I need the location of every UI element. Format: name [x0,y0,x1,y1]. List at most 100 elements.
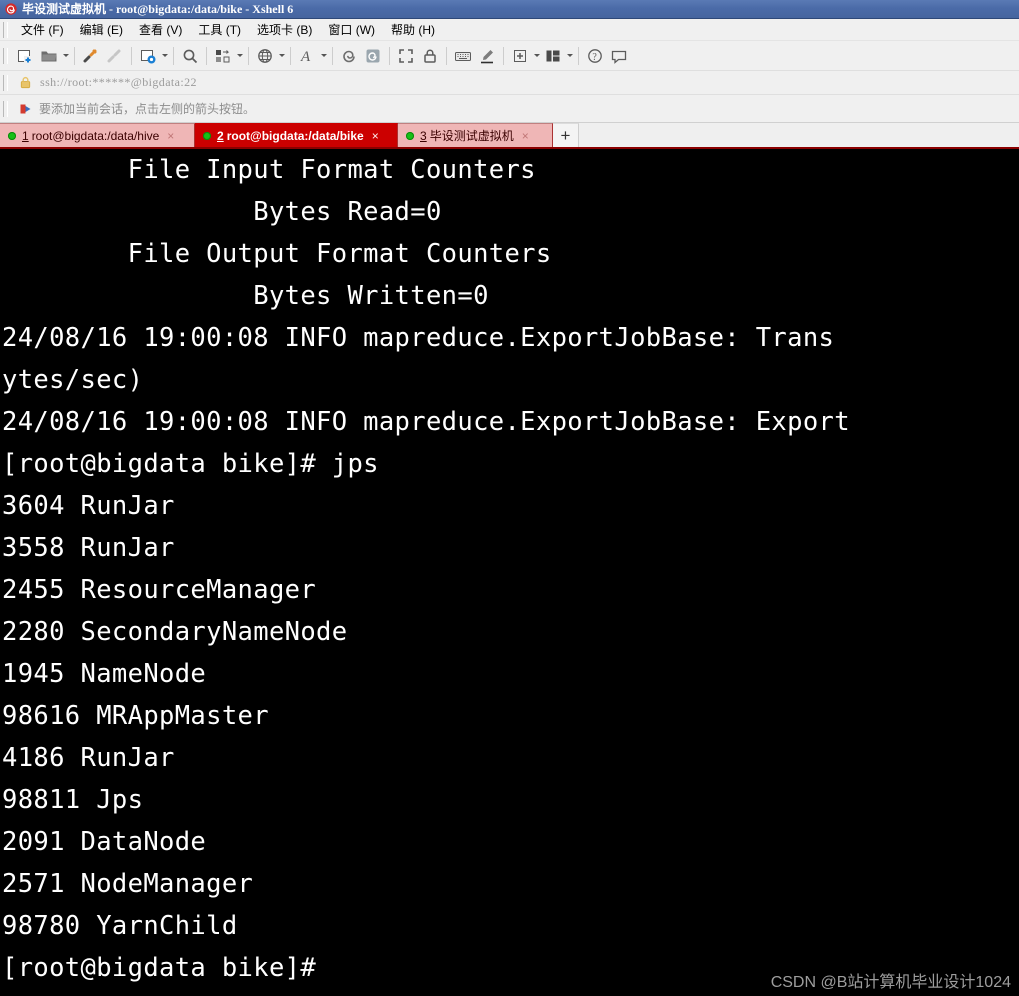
highlight-icon[interactable] [475,44,499,68]
menu-view[interactable]: 查看 (V) [131,20,190,40]
menu-grip[interactable] [3,21,8,38]
font-icon[interactable]: A [295,44,319,68]
menu-tools[interactable]: 工具 (T) [190,20,249,40]
open-folder-caret-icon[interactable] [61,44,70,68]
terminal-line: [root@bigdata bike]# jps [2,449,379,479]
terminal-line: 4186 RunJar [2,743,175,773]
toolbar-separator [446,46,447,65]
address-input[interactable]: ssh://root:******@bigdata:22 [13,72,1019,93]
terminal-line: 24/08/16 19:00:08 INFO mapreduce.ExportJ… [2,407,850,437]
new-session-icon[interactable] [13,44,37,68]
toolbar-separator [131,46,132,65]
address-value: ssh://root:******@bigdata:22 [40,75,197,89]
window-title: 毕设测试虚拟机 - root@bigdata:/data/bike - Xshe… [22,2,294,16]
file-transfer-caret-icon[interactable] [235,44,244,68]
tab-number: 2 [217,128,224,143]
toolbar: A ? [0,41,1019,71]
layout-icon[interactable] [541,44,565,68]
lock-icon[interactable] [418,44,442,68]
address-grip[interactable] [3,74,8,91]
xshell-window: 毕设测试虚拟机 - root@bigdata:/data/bike - Xshe… [0,0,1019,996]
terminal-line: 98616 MRAppMaster [2,701,269,731]
xshell-spiral-icon [5,3,17,15]
terminal-output: File Input Format Counters Bytes Read=0 … [0,149,850,989]
svg-text:?: ? [592,52,597,63]
toolbar-separator [74,46,75,65]
terminal-line: Bytes Written=0 [2,281,489,311]
menu-edit[interactable]: 编辑 (E) [72,20,131,40]
terminal-line: 98811 Jps [2,785,144,815]
terminal-line: 3604 RunJar [2,491,175,521]
notification-text: 要添加当前会话，点击左侧的箭头按钮。 [39,102,256,116]
xshell-icon[interactable] [337,44,361,68]
menu-help[interactable]: 帮助 (H) [383,20,443,40]
address-bar: ssh://root:******@bigdata:22 [0,71,1019,95]
find-icon[interactable] [178,44,202,68]
terminal-line: File Output Format Counters [2,239,552,269]
tab-status-dot-icon [406,131,414,140]
fullscreen-icon[interactable] [394,44,418,68]
tab-hive[interactable]: 1 root@bigdata:/data/hive × [0,123,195,147]
tab-close-icon[interactable]: × [522,130,529,142]
feedback-icon[interactable] [607,44,631,68]
tab-bar: 1 root@bigdata:/data/hive × 2 root@bigda… [0,123,1019,149]
terminal-line: 2280 SecondaryNameNode [2,617,348,647]
tab-close-icon[interactable]: × [372,130,379,142]
tab-status-dot-icon [203,131,211,140]
toolbar-separator [248,46,249,65]
menu-window[interactable]: 窗口 (W) [320,20,383,40]
terminal-line: 24/08/16 19:00:08 INFO mapreduce.ExportJ… [2,323,835,353]
terminal-line: 2455 ResourceManager [2,575,317,605]
globe-icon[interactable] [253,44,277,68]
terminal-line: 98780 YarnChild [2,911,238,941]
terminal-line: ytes/sec) [2,365,144,395]
terminal-screen[interactable]: File Input Format Counters Bytes Read=0 … [0,149,1019,996]
terminal-line: [root@bigdata bike]# [2,953,317,983]
terminal-line: File Input Format Counters [2,155,536,185]
font-caret-icon[interactable] [319,44,328,68]
help-icon[interactable]: ? [583,44,607,68]
red-arrow-icon[interactable] [19,102,33,116]
toolbar-grip[interactable] [3,47,8,64]
toolbar-separator [173,46,174,65]
layout-caret-icon[interactable] [565,44,574,68]
terminal-line: 1945 NameNode [2,659,207,689]
tab-label: root@bigdata:/data/hive [31,128,160,143]
terminal-line: 3558 RunJar [2,533,175,563]
toolbar-separator [332,46,333,65]
session-properties-caret-icon[interactable] [160,44,169,68]
lock-icon [20,76,31,89]
add-layout-icon[interactable] [508,44,532,68]
tab-label: 毕设测试虚拟机 [429,129,514,143]
tab-status-dot-icon [8,131,16,140]
session-properties-icon[interactable] [136,44,160,68]
menu-tabs[interactable]: 选项卡 (B) [249,20,320,40]
menu-bar: 文件 (F) 编辑 (E) 查看 (V) 工具 (T) 选项卡 (B) 窗口 (… [0,19,1019,41]
tab-label: root@bigdata:/data/bike [226,128,364,143]
toolbar-separator [290,46,291,65]
tab-number: 3 [420,128,427,143]
tab-close-icon[interactable]: × [167,130,174,142]
open-folder-icon[interactable] [37,44,61,68]
tab-bike[interactable]: 2 root@bigdata:/data/bike × [195,123,398,147]
tab-number: 1 [22,128,29,143]
keyboard-icon[interactable] [451,44,475,68]
file-transfer-icon[interactable] [211,44,235,68]
menu-file[interactable]: 文件 (F) [13,20,72,40]
toolbar-separator [578,46,579,65]
terminal-line: Bytes Read=0 [2,197,442,227]
connect-icon[interactable] [79,44,103,68]
watermark: CSDN @B站计算机毕业设计1024 [770,974,1011,991]
title-bar: 毕设测试虚拟机 - root@bigdata:/data/bike - Xshe… [0,0,1019,19]
toolbar-separator [389,46,390,65]
add-layout-caret-icon[interactable] [532,44,541,68]
notice-grip[interactable] [3,100,8,117]
xftp-icon[interactable] [361,44,385,68]
terminal-line: 2571 NodeManager [2,869,254,899]
new-tab-button[interactable]: + [553,123,579,147]
toolbar-separator [503,46,504,65]
globe-caret-icon[interactable] [277,44,286,68]
tab-vm[interactable]: 3 毕设测试虚拟机 × [398,123,553,147]
disconnect-icon [103,44,127,68]
tab-bar-filler [579,123,1019,147]
